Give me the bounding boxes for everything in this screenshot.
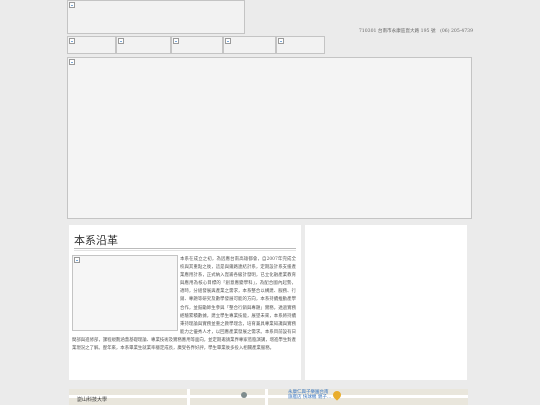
map-poi-icon[interactable]	[241, 392, 247, 398]
nav-item-5[interactable]	[276, 36, 325, 54]
broken-image-icon	[118, 38, 124, 44]
header-address: 710301 台南市永康區崑大路 195 號 (06) 205-4739	[358, 29, 473, 34]
map-road	[265, 389, 268, 405]
map-road	[187, 389, 190, 405]
history-text-block: 本系在成立之初，為因應台南高雄都會，自2007年完成全校與其重點之後，這是與鐵路…	[72, 256, 296, 353]
broken-image-icon	[173, 38, 179, 44]
nav-item-2[interactable]	[116, 36, 171, 54]
nav-item-3[interactable]	[171, 36, 223, 54]
section-title: 本系沿革	[74, 234, 118, 247]
site-logo-image[interactable]	[67, 0, 245, 34]
broken-image-icon	[278, 38, 284, 44]
broken-image-icon	[69, 2, 75, 8]
hero-banner-image	[67, 57, 472, 219]
title-divider-secondary	[74, 250, 296, 251]
broken-image-icon	[69, 38, 75, 44]
title-divider	[74, 248, 296, 249]
nav-item-1[interactable]	[67, 36, 116, 54]
nav-item-4[interactable]	[223, 36, 276, 54]
map-place-label: 崑山科技大學	[77, 397, 108, 403]
broken-image-icon	[225, 38, 231, 44]
broken-image-icon	[69, 59, 75, 65]
history-section: 本系沿革 本系在成立之初，為因應台南高雄都會，自2007年完成全校與其重點之後，…	[69, 225, 301, 380]
map-road	[69, 395, 468, 398]
embedded-map[interactable]: 崑山科技大學 永康仁興子樂園台南 旗艦店 快球機 親子…	[69, 389, 468, 405]
photo-spacer	[72, 256, 180, 332]
sidebar-panel	[305, 225, 467, 380]
